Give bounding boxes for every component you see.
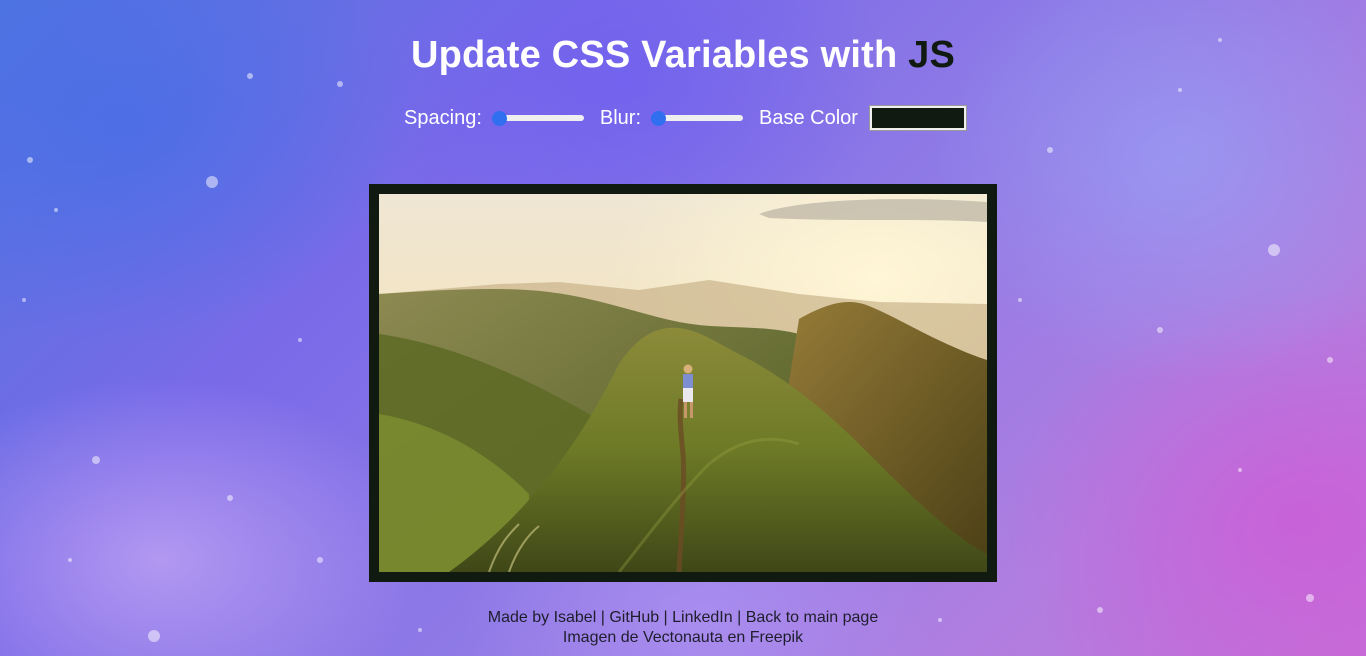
- footer-links: Made by Isabel | GitHub | LinkedIn | Bac…: [0, 608, 1366, 628]
- page-title-highlight: JS: [908, 34, 956, 76]
- made-by-link[interactable]: Made by Isabel: [488, 609, 597, 626]
- separator: |: [596, 609, 610, 626]
- blur-label: Blur:: [599, 106, 642, 129]
- spacing-slider[interactable]: [491, 115, 584, 121]
- controls-bar: Spacing: Blur: Base Color: [0, 105, 1366, 131]
- base-color-label: Base Color: [759, 106, 858, 129]
- separator: |: [659, 609, 673, 626]
- back-to-main-link[interactable]: Back to main page: [746, 609, 879, 626]
- separator: |: [732, 609, 746, 626]
- github-link[interactable]: GitHub: [609, 609, 659, 626]
- image-credit: Imagen de Vectonauta en Freepik: [562, 629, 804, 646]
- blur-slider[interactable]: [651, 115, 744, 121]
- image-frame: [369, 184, 997, 582]
- page-title-text: Update CSS Variables with: [410, 34, 909, 76]
- landscape-photo: [379, 194, 987, 572]
- base-color-picker[interactable]: [868, 105, 967, 131]
- linkedin-link[interactable]: LinkedIn: [672, 609, 733, 626]
- page-title: Update CSS Variables with JS: [0, 34, 1366, 77]
- spacing-label: Spacing:: [404, 106, 482, 129]
- page: Update CSS Variables with JS Spacing: Bl…: [0, 0, 1366, 656]
- footer: Made by Isabel | GitHub | LinkedIn | Bac…: [0, 608, 1366, 648]
